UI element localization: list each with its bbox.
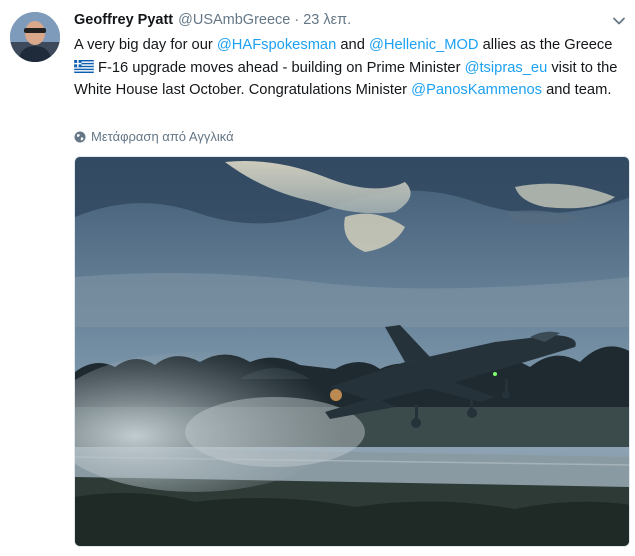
translate-link[interactable]: Μετάφραση από Αγγλικά	[74, 129, 234, 144]
tweet-text-part: F-16 upgrade moves ahead - building on P…	[98, 59, 465, 76]
tweet-photo[interactable]	[74, 156, 630, 547]
mention-hafspokesman[interactable]: @HAFspokesman	[217, 37, 336, 53]
tweet-text-part: allies as the Greece	[478, 37, 613, 53]
tweet-text-part: A very big day for our	[74, 37, 217, 53]
author-handle[interactable]: @USAmbGreece	[178, 12, 290, 28]
greece-flag-icon	[74, 58, 94, 73]
tweet-text-part: and	[336, 37, 369, 53]
avatar-image	[10, 12, 60, 62]
mention-tsipras-eu[interactable]: @tsipras_eu	[465, 60, 548, 76]
author-avatar[interactable]	[10, 12, 60, 62]
translate-label: Μετάφραση από Αγγλικά	[91, 129, 234, 144]
author-name[interactable]: Geoffrey Pyatt	[74, 12, 173, 28]
tweet-text: A very big day for our @HAFspokesman and…	[74, 34, 634, 102]
mention-panoskammenos[interactable]: @PanosKammenos	[411, 82, 542, 98]
globe-icon	[74, 131, 86, 142]
header-separator: ·	[294, 12, 300, 28]
tweet-header: Geoffrey Pyatt @USAmbGreece · 23 λεπ.	[74, 12, 351, 32]
mention-hellenic-mod[interactable]: @Hellenic_MOD	[369, 37, 479, 53]
f16-takeoff-photo	[75, 157, 629, 546]
chevron-down-icon[interactable]	[612, 14, 626, 28]
tweet-text-part: and team.	[542, 82, 612, 98]
tweet-timestamp[interactable]: 23 λεπ.	[303, 12, 351, 28]
